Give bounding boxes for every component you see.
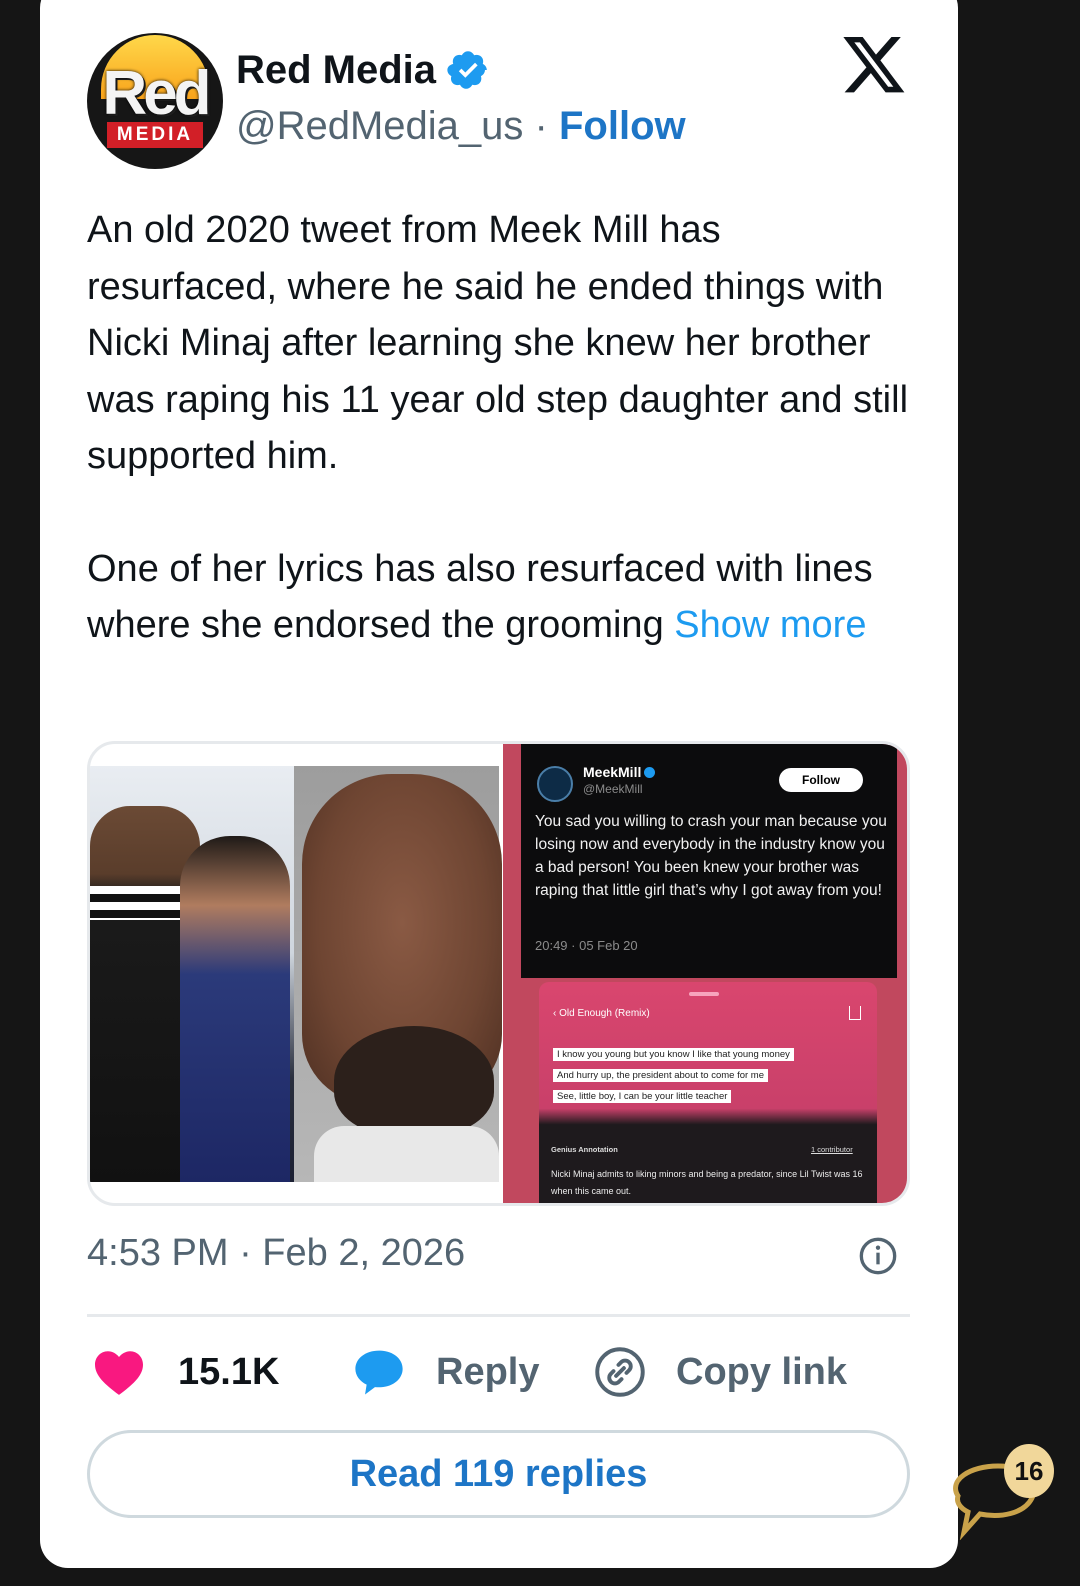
mugshot-beard <box>334 1026 494 1136</box>
read-replies-button[interactable]: Read 119 replies <box>87 1430 910 1518</box>
embedded-author-handle: @MeekMill <box>583 782 643 796</box>
share-icon <box>849 1006 861 1020</box>
genius-song-title: ‹ Old Enough (Remix) <box>553 1008 650 1019</box>
link-icon <box>595 1347 645 1397</box>
embedded-tweet-text: You sad you willing to crash your man be… <box>535 813 887 899</box>
divider <box>87 1314 910 1317</box>
screenshot-panel: MeekMill @MeekMill Follow You sad you wi… <box>503 744 907 1203</box>
follow-button[interactable]: Follow <box>559 104 686 148</box>
reply-bubble-icon <box>355 1350 403 1395</box>
author-name[interactable]: Red Media <box>236 48 436 93</box>
tweet-paragraph-1: An old 2020 tweet from Meek Mill has res… <box>87 209 909 477</box>
avatar[interactable]: Red MEDIA <box>87 33 223 169</box>
avatar-logo-text: Red <box>102 59 211 128</box>
genius-annotation-text: Nicki Minaj admits to liking minors and … <box>551 1169 863 1196</box>
author-name-row: Red Media <box>236 44 490 96</box>
like-count: 15.1K <box>178 1350 280 1393</box>
photo-figure-woman <box>180 836 290 1182</box>
show-more-link[interactable]: Show more <box>674 604 866 646</box>
lyric-line-3: See, little boy, I can be your little te… <box>553 1090 732 1103</box>
x-logo-icon[interactable] <box>843 37 907 95</box>
genius-contributor: 1 contributor <box>811 1145 853 1154</box>
reply-label: Reply <box>436 1350 540 1393</box>
embedded-tweet: MeekMill @MeekMill Follow You sad you wi… <box>521 744 897 978</box>
copy-link-label: Copy link <box>676 1350 848 1393</box>
comment-count-badge[interactable]: 16 <box>1004 1444 1054 1498</box>
avatar-logo-subtext: MEDIA <box>107 122 203 148</box>
handle-separator: · <box>534 104 548 148</box>
sheet-handle <box>689 992 719 996</box>
embedded-author-name-text: MeekMill <box>583 764 642 780</box>
info-icon[interactable] <box>858 1236 898 1276</box>
heart-icon <box>95 1351 143 1395</box>
couple-photo <box>90 766 294 1182</box>
embedded-avatar <box>537 766 573 802</box>
tweet-paragraph-2: One of her lyrics has also resurfaced wi… <box>87 541 917 654</box>
embedded-author-name: MeekMill <box>583 764 656 780</box>
lyric-line-1: I know you young but you know I like tha… <box>553 1048 794 1061</box>
copy-link-button[interactable]: Copy link <box>594 1342 847 1402</box>
genius-lyrics-screenshot: ‹ Old Enough (Remix) I know you young bu… <box>539 982 877 1203</box>
like-button[interactable]: 15.1K <box>92 1342 279 1402</box>
tweet-media[interactable]: MeekMill @MeekMill Follow You sad you wi… <box>87 741 910 1206</box>
mugshot-photo <box>294 766 502 1182</box>
genius-annotation-label: Genius Annotation <box>551 1145 618 1154</box>
mugshot-shirt <box>314 1126 499 1182</box>
tweet-text: An old 2020 tweet from Meek Mill has res… <box>87 202 917 654</box>
reply-button[interactable]: Reply <box>352 1342 539 1402</box>
embedded-tweet-time: 20:49 · 05 Feb 20 <box>535 938 638 953</box>
verified-badge-icon <box>447 51 487 89</box>
embedded-verified-icon <box>644 767 656 778</box>
lyric-line-2: And hurry up, the president about to com… <box>553 1069 769 1082</box>
author-handle-row: @RedMedia_us · Follow <box>236 104 686 149</box>
author-handle[interactable]: @RedMedia_us <box>236 104 523 148</box>
embedded-follow-button: Follow <box>779 768 863 792</box>
genius-song-title-text: Old Enough (Remix) <box>559 1008 650 1019</box>
tweet-timestamp[interactable]: 4:53 PM · Feb 2, 2026 <box>87 1232 465 1275</box>
